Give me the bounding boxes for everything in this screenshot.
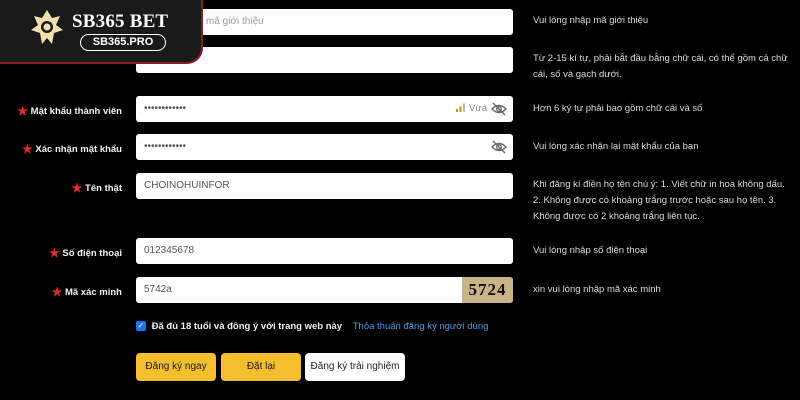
captcha-image[interactable]: 5724 — [462, 277, 513, 303]
real-name-hint: Khi đăng kí điền họ tên chú ý: 1. Viết c… — [533, 179, 785, 222]
confirm-password-hint: Vui lòng xác nhận lại mật khẩu của bạn — [533, 141, 699, 152]
signal-bars-icon — [456, 103, 466, 112]
username-hint: Từ 2-15 kí tự, phải bắt đầu bằng chữ cái… — [533, 53, 788, 80]
required-star-icon: ★ — [48, 246, 60, 260]
site-logo[interactable]: SB365 BET SB365.PRO — [0, 0, 203, 64]
captcha-hint: xin vui lòng nhập mã xác minh — [533, 284, 661, 295]
password-strength-indicator: Vừa — [456, 96, 487, 122]
captcha-input[interactable]: 5742a 5724 — [136, 277, 513, 303]
phone-input[interactable]: 012345678 — [136, 238, 513, 264]
trial-register-button[interactable]: Đăng ký trải nghiệm — [305, 353, 405, 381]
real-name-label: ★ Tên thật — [71, 181, 122, 195]
password-input[interactable]: •••••••••••• Vừa — [136, 96, 513, 122]
reset-button[interactable]: Đặt lại — [221, 353, 301, 381]
required-star-icon: ★ — [22, 142, 33, 156]
agreement-row: ✓ Đã đủ 18 tuổi và đồng ý với trang web … — [136, 321, 488, 332]
confirm-password-label: ★ Xác nhận mật khẩu — [22, 142, 122, 156]
logo-brand-text: SB365 BET — [72, 11, 169, 32]
phone-label: ★ Số điện thoại — [48, 246, 122, 260]
logo-domain-badge: SB365.PRO — [80, 34, 166, 51]
register-button[interactable]: Đăng ký ngay — [136, 353, 216, 381]
lion-emblem-icon — [31, 10, 63, 44]
phone-hint: Vui lòng nhập số điện thoại — [533, 245, 648, 256]
captcha-label: ★ Mã xác minh — [51, 285, 122, 299]
real-name-input[interactable]: CHOINOHUINFOR — [136, 173, 513, 199]
user-agreement-link[interactable]: Thỏa thuận đăng ký người dùng — [353, 321, 489, 332]
referral-hint: Vui lòng nhập mã giới thiệu — [533, 15, 649, 26]
hide-password-icon[interactable] — [491, 102, 507, 116]
required-star-icon: ★ — [51, 285, 63, 299]
required-star-icon: ★ — [17, 104, 29, 118]
hide-password-icon[interactable] — [491, 140, 507, 154]
confirm-password-input[interactable]: •••••••••••• — [136, 134, 513, 160]
password-hint: Hơn 6 ký tự phải bao gồm chữ cái và số — [533, 103, 703, 114]
password-label: ★ Mật khẩu thành viên — [17, 104, 122, 118]
required-star-icon: ★ — [71, 181, 83, 195]
agreement-text: Đã đủ 18 tuổi và đồng ý với trang web nà… — [151, 321, 343, 332]
agreement-checkbox[interactable]: ✓ — [136, 321, 146, 332]
